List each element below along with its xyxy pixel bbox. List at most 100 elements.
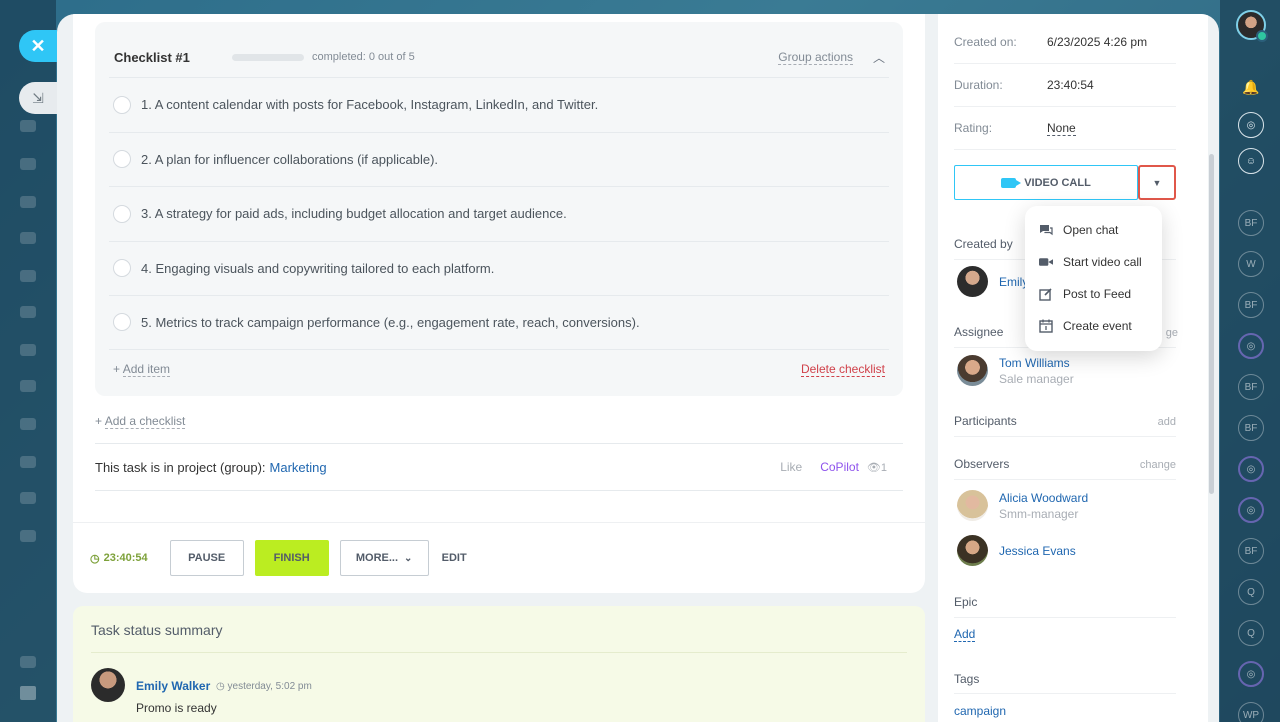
observer-name[interactable]: Alicia Woodward [999,491,1088,505]
avatar[interactable] [957,355,988,386]
contact-avatar[interactable]: WP [1238,702,1264,722]
checklist-item-text[interactable]: 5. Metrics to track campaign performance… [141,315,640,330]
project-row: This task is in project (group): Marketi… [95,443,903,491]
contact-avatar[interactable]: Q [1238,579,1264,605]
right-rail [1220,0,1280,722]
participants-add-link[interactable]: add [1158,416,1176,428]
rating-label: Rating: [954,121,993,135]
video-call-button[interactable]: VIDEO CALL [954,165,1138,200]
assignee-change-link[interactable]: ge [1166,327,1178,339]
checkbox-circle[interactable] [113,259,131,278]
group-actions-link[interactable]: Group actions [778,50,853,65]
menu-item-open-chat[interactable]: Open chat [1025,214,1162,246]
menu-item-create-event[interactable]: Create event [1025,310,1162,342]
like-button[interactable]: Like [780,460,802,474]
task-panel: Checklist #1 completed: 0 out of 5 Group… [57,14,1219,722]
divider [954,617,1176,618]
duration-row: Duration: 23:40:54 [954,64,1176,107]
created-by-name[interactable]: Emily [999,275,1028,289]
rating-row: Rating: None [954,107,1176,150]
add-checklist-label: Add a checklist [104,414,186,429]
created-on-label: Created on: [954,35,1017,49]
checklist-item-text[interactable]: 1. A content calendar with posts for Fac… [141,97,598,112]
collapse-slider-button[interactable]: ⇲ [19,82,57,114]
contact-avatar[interactable]: BF [1238,538,1264,564]
contact-avatar[interactable]: BF [1238,415,1264,441]
tag-link[interactable]: campaign [954,704,1006,718]
avatar[interactable] [957,490,988,521]
copilot-chat-icon[interactable]: ◎ [1238,456,1264,482]
contact-avatar[interactable]: W [1238,251,1264,277]
project-link[interactable]: Marketing [270,460,327,475]
checkbox-circle[interactable] [113,204,131,223]
assignee-name[interactable]: Tom Williams [999,356,1074,370]
delete-checklist-link[interactable]: Delete checklist [800,362,885,377]
status-dot [1256,30,1268,42]
avatar[interactable] [91,668,125,702]
sidebar-ghost-icon [20,656,36,668]
menu-item-post-to-feed[interactable]: Post to Feed [1025,278,1162,310]
menu-item-start-video-call[interactable]: Start video call [1025,246,1162,278]
contact-avatar[interactable]: Q [1238,620,1264,646]
add-item-link[interactable]: + Add item [113,362,171,377]
copilot-chat-icon[interactable]: ◎ [1238,333,1264,359]
checklist-item-text[interactable]: 4. Engaging visuals and copywriting tail… [141,261,494,276]
contact-avatar[interactable]: BF [1238,210,1264,236]
checkbox-circle[interactable] [113,95,131,114]
divider [954,479,1176,480]
print-icon[interactable] [20,686,36,700]
video-call-dropdown-toggle[interactable]: ▼ [1138,165,1176,200]
sidebar-ghost-icon [20,492,36,504]
divider [954,436,1176,437]
menu-item-label: Open chat [1063,223,1119,237]
chat-icon [1039,224,1053,236]
checklist-completed-count: completed: 0 out of 5 [312,51,415,63]
observer-name[interactable]: Jessica Evans [999,544,1076,558]
sidebar-ghost-icon [20,418,36,430]
collapse-icon: ⇲ [32,89,44,106]
rating-value[interactable]: None [1047,121,1076,136]
add-checklist-link[interactable]: + Add a checklist [95,414,186,429]
close-slider-button[interactable]: ✕ [19,30,57,62]
checkbox-circle[interactable] [113,150,131,169]
checklist-item-text[interactable]: 3. A strategy for paid ads, including bu… [141,206,567,221]
sidebar-ghost-icon [20,232,36,244]
sidebar-ghost-icon [20,380,36,392]
pause-button[interactable]: PAUSE [169,540,244,576]
observers-change-link[interactable]: change [1140,459,1176,471]
created-on-value: 6/23/2025 4:26 pm [1047,35,1148,49]
copilot-chat-icon[interactable]: ◎ [1238,497,1264,523]
summary-author[interactable]: Emily Walker [136,679,210,693]
contact-avatar[interactable]: BF [1238,292,1264,318]
edit-button[interactable]: EDIT [442,552,467,564]
avatar[interactable] [957,535,988,566]
assignee-person: Tom Williams Sale manager [957,355,1074,386]
checkbox-circle[interactable] [113,313,131,332]
sidebar-ghost-icon [20,456,36,468]
project-label: This task is in project (group): [95,459,266,475]
sidebar-ghost-icon [20,270,36,282]
copilot-icon[interactable]: ◎ [1238,112,1264,138]
assignee-label: Assignee [954,325,1004,339]
bell-icon[interactable]: 🔔 [1238,74,1264,100]
chat-bot-icon[interactable]: ☺ [1238,148,1264,174]
copilot-link[interactable]: CoPilot [820,460,859,474]
checklist-title[interactable]: Checklist #1 [114,50,232,65]
checklist-item-text[interactable]: 2. A plan for influencer collaborations … [141,152,438,167]
epic-add-link[interactable]: Add [954,627,976,642]
duration-label: Duration: [954,78,1003,92]
chevron-down-icon: ⌄ [404,552,413,564]
contact-avatar[interactable]: BF [1238,374,1264,400]
summary-time-value: yesterday, 5:02 pm [227,681,312,692]
views-count: 👁1 [867,461,887,474]
finish-button[interactable]: FINISH [254,540,329,576]
assignee-role: Sale manager [999,371,1074,386]
avatar[interactable] [957,266,988,297]
more-button[interactable]: MORE... ⌄ [339,540,429,576]
observer-person: Jessica Evans [957,535,1076,566]
summary-title: Task status summary [91,622,223,638]
copilot-chat-icon[interactable]: ◎ [1238,661,1264,687]
checklist-items: 1. A content calendar with posts for Fac… [109,77,889,350]
chevron-up-icon[interactable]: ︿ [873,49,885,66]
scrollbar[interactable] [1209,154,1214,494]
